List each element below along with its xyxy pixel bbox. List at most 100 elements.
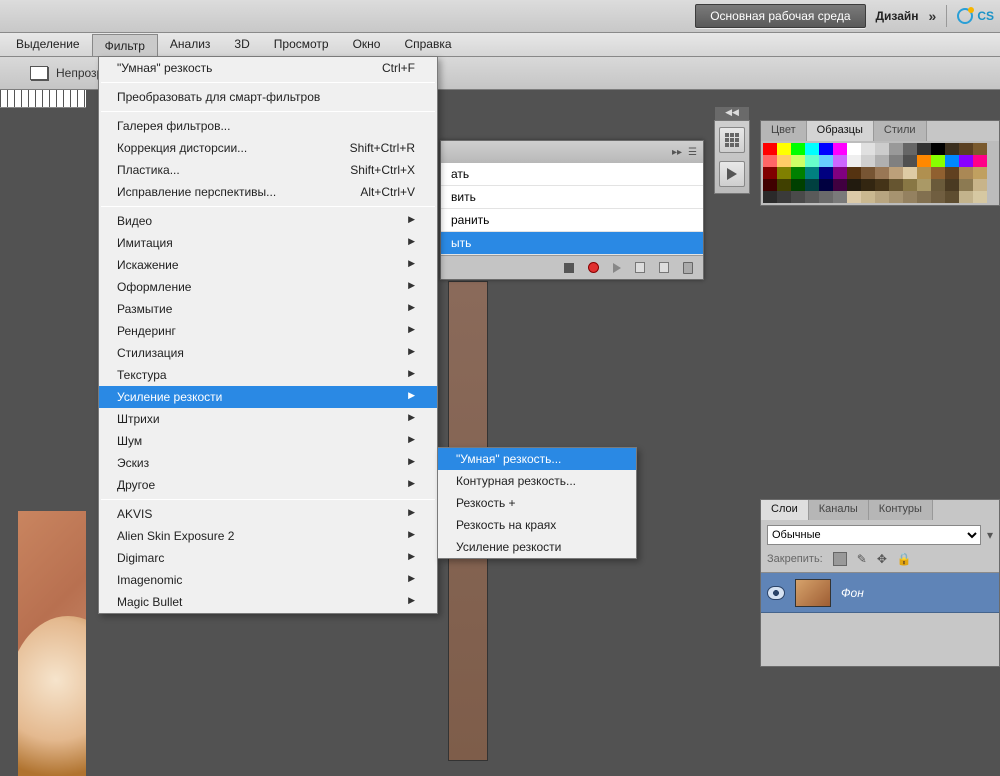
swatch[interactable] xyxy=(805,143,819,155)
swatch[interactable] xyxy=(959,143,973,155)
filter-group-other[interactable]: Другое xyxy=(99,474,437,496)
swatch[interactable] xyxy=(875,167,889,179)
tab-color[interactable]: Цвет xyxy=(761,121,807,141)
swatch[interactable] xyxy=(791,155,805,167)
filter-liquify[interactable]: Пластика... Shift+Ctrl+X xyxy=(99,159,437,181)
filter-group-distort[interactable]: Искажение xyxy=(99,254,437,276)
foreground-swatch[interactable] xyxy=(30,66,48,80)
swatch[interactable] xyxy=(917,155,931,167)
play-icon[interactable] xyxy=(613,263,621,273)
filter-group-render[interactable]: Рендеринг xyxy=(99,320,437,342)
lock-pixels-icon[interactable] xyxy=(833,552,847,566)
swatch[interactable] xyxy=(861,167,875,179)
swatch[interactable] xyxy=(861,191,875,203)
swatch[interactable] xyxy=(805,167,819,179)
swatch[interactable] xyxy=(959,179,973,191)
panel-collapse-icon[interactable]: ▸▸ xyxy=(672,147,682,158)
swatch[interactable] xyxy=(903,143,917,155)
swatch[interactable] xyxy=(889,179,903,191)
new-action-icon[interactable] xyxy=(659,262,669,273)
tab-channels[interactable]: Каналы xyxy=(809,500,869,520)
blend-mode-select[interactable]: Обычные xyxy=(767,525,981,545)
filter-gallery[interactable]: Галерея фильтров... xyxy=(99,115,437,137)
tab-swatches[interactable]: Образцы xyxy=(807,121,874,141)
visibility-eye-icon[interactable] xyxy=(767,586,785,600)
swatch[interactable] xyxy=(791,143,805,155)
sharpen-smart[interactable]: "Умная" резкость... xyxy=(438,448,636,470)
swatch[interactable] xyxy=(917,143,931,155)
action-item[interactable]: вить xyxy=(441,186,703,209)
filter-group-blur[interactable]: Размытие xyxy=(99,298,437,320)
swatch[interactable] xyxy=(959,167,973,179)
layers-panel[interactable]: Слои Каналы Контуры Обычные ▾ Закрепить:… xyxy=(760,499,1000,667)
swatch[interactable] xyxy=(819,143,833,155)
swatch[interactable] xyxy=(889,167,903,179)
swatch[interactable] xyxy=(819,179,833,191)
expand-panels-icon[interactable]: ◀◀ xyxy=(715,107,749,120)
swatch[interactable] xyxy=(875,179,889,191)
filter-plugin-akvis[interactable]: AKVIS xyxy=(99,503,437,525)
swatch[interactable] xyxy=(861,179,875,191)
swatch[interactable] xyxy=(903,155,917,167)
document-image[interactable] xyxy=(18,511,86,776)
swatch[interactable] xyxy=(777,143,791,155)
swatch[interactable] xyxy=(777,155,791,167)
filter-group-stylize[interactable]: Стилизация xyxy=(99,342,437,364)
swatch[interactable] xyxy=(819,191,833,203)
swatch[interactable] xyxy=(945,179,959,191)
filter-group-sketch[interactable]: Эскиз xyxy=(99,452,437,474)
filter-group-noise[interactable]: Шум xyxy=(99,430,437,452)
swatch[interactable] xyxy=(791,167,805,179)
workspace-more-icon[interactable]: » xyxy=(929,8,937,24)
swatch[interactable] xyxy=(847,155,861,167)
tab-layers[interactable]: Слои xyxy=(761,500,809,520)
swatch[interactable] xyxy=(917,167,931,179)
swatch[interactable] xyxy=(917,179,931,191)
swatch[interactable] xyxy=(931,191,945,203)
swatch[interactable] xyxy=(945,155,959,167)
sharpen-sharpen[interactable]: Усиление резкости xyxy=(438,536,636,558)
swatch[interactable] xyxy=(763,191,777,203)
filter-group-sharpen[interactable]: Усиление резкости xyxy=(99,386,437,408)
swatch[interactable] xyxy=(847,143,861,155)
sharpen-unsharp-mask[interactable]: Контурная резкость... xyxy=(438,470,636,492)
swatch[interactable] xyxy=(847,191,861,203)
filter-convert-smart[interactable]: Преобразовать для смарт-фильтров xyxy=(99,86,437,108)
sharpen-edges[interactable]: Резкость на краях xyxy=(438,514,636,536)
filter-vanishing-point[interactable]: Исправление перспективы... Alt+Ctrl+V xyxy=(99,181,437,203)
filter-group-artistic[interactable]: Имитация xyxy=(99,232,437,254)
action-item[interactable]: ыть xyxy=(441,232,703,255)
blend-mode-dropdown-icon[interactable]: ▾ xyxy=(987,528,993,542)
filter-plugin-magicbullet[interactable]: Magic Bullet xyxy=(99,591,437,613)
trash-icon[interactable] xyxy=(683,262,693,274)
menu-help[interactable]: Справка xyxy=(392,33,463,56)
design-workspace-label[interactable]: Дизайн xyxy=(876,9,919,23)
filter-last[interactable]: "Умная" резкость Ctrl+F xyxy=(99,57,437,79)
filter-group-texture[interactable]: Текстура xyxy=(99,364,437,386)
swatch[interactable] xyxy=(889,143,903,155)
swatch[interactable] xyxy=(791,191,805,203)
swatch[interactable] xyxy=(833,167,847,179)
menu-selection[interactable]: Выделение xyxy=(4,33,92,56)
swatch[interactable] xyxy=(889,191,903,203)
cs-live-button[interactable]: CS xyxy=(957,8,994,24)
lock-all-icon[interactable]: 🔒 xyxy=(897,552,912,566)
swatch[interactable] xyxy=(959,155,973,167)
sharpen-more[interactable]: Резкость + xyxy=(438,492,636,514)
menu-filter[interactable]: Фильтр xyxy=(92,34,158,56)
layer-thumbnail[interactable] xyxy=(795,579,831,607)
swatch[interactable] xyxy=(889,155,903,167)
swatch[interactable] xyxy=(931,179,945,191)
swatch[interactable] xyxy=(931,167,945,179)
swatch[interactable] xyxy=(847,167,861,179)
swatch[interactable] xyxy=(777,167,791,179)
swatch[interactable] xyxy=(959,191,973,203)
swatch[interactable] xyxy=(903,167,917,179)
panel-menu-icon[interactable]: ☰ xyxy=(688,147,697,158)
swatch[interactable] xyxy=(763,143,777,155)
action-item[interactable]: ранить xyxy=(441,209,703,232)
swatch[interactable] xyxy=(833,191,847,203)
swatch[interactable] xyxy=(945,191,959,203)
record-icon[interactable] xyxy=(588,262,599,273)
swatch[interactable] xyxy=(973,155,987,167)
